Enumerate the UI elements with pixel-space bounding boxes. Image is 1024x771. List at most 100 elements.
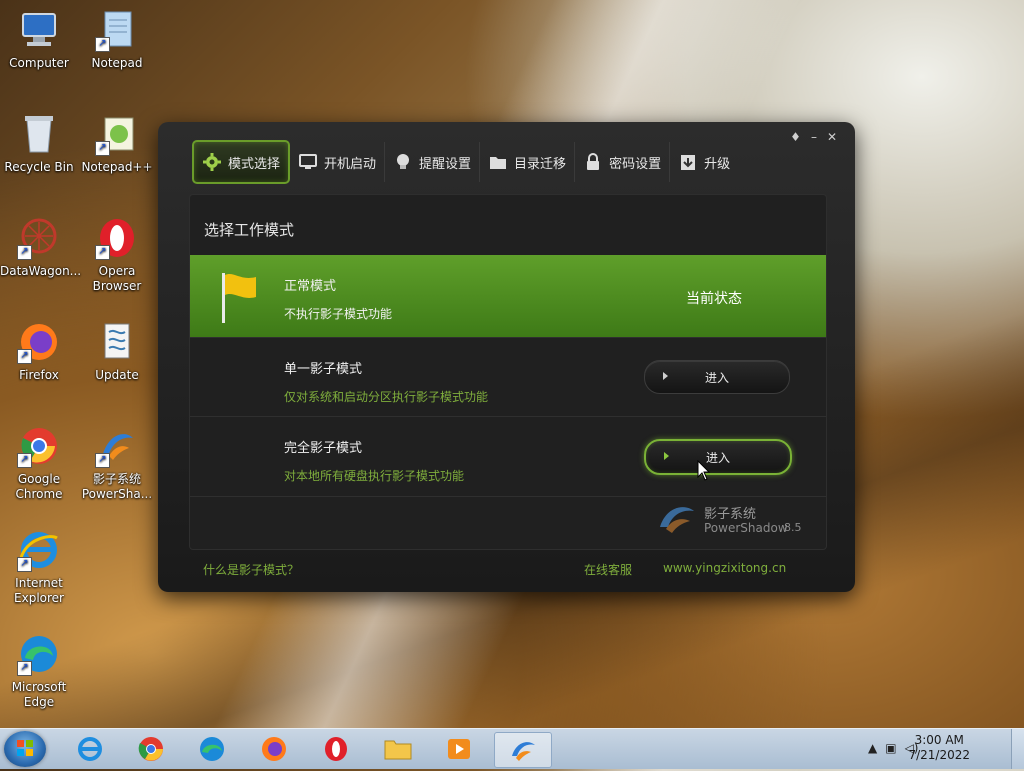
desktop-icon-label: Notepad <box>91 56 143 70</box>
play-arrow-icon <box>664 452 669 460</box>
taskbar-powershadow[interactable] <box>494 732 552 768</box>
online-support-link[interactable]: 在线客服 <box>584 561 632 578</box>
desktop-icon-label: 影子系统 PowerSha... <box>81 472 153 501</box>
what-is-shadow-mode-link[interactable]: 什么是影子模式？ <box>203 561 299 578</box>
shortcut-arrow-icon: ↗ <box>17 453 32 468</box>
shortcut-arrow-icon: ↗ <box>17 245 32 260</box>
window-controls: ♦ – ✕ <box>790 130 837 144</box>
mode-row-normal[interactable]: 正常模式 不执行影子模式功能 当前状态 <box>190 255 826 337</box>
desktop-icon-edge[interactable]: ↗ Microsoft Edge <box>0 632 78 710</box>
tab-password[interactable]: 密码设置 <box>575 142 671 182</box>
taskbar-media-player[interactable] <box>435 732 483 766</box>
desktop-icon-label: Internet Explorer <box>14 576 64 605</box>
update-script-icon <box>95 320 139 364</box>
button-label: 进入 <box>704 370 729 385</box>
desktop-icon-label: Firefox <box>19 368 59 382</box>
gear-icon <box>203 153 221 171</box>
tray-expand-icon[interactable]: ▲ <box>868 741 877 755</box>
powershadow-icon: ↗ <box>95 424 139 468</box>
desktop-icon-powershadow[interactable]: ↗ 影子系统 PowerSha... <box>78 424 156 502</box>
desktop-icon-label: Google Chrome <box>15 472 63 501</box>
mode-panel: 选择工作模式 正常模式 不执行影子模式功能 当前状态 单一影子模式 仅对系统和启… <box>189 194 827 550</box>
powershadow-brand: 影子系统 PowerShadow 8.5 <box>656 495 816 541</box>
taskbar-file-explorer[interactable] <box>374 732 422 766</box>
shortcut-arrow-icon: ↗ <box>95 453 110 468</box>
desktop-icon-label: Recycle Bin <box>4 160 74 174</box>
skin-icon[interactable]: ♦ <box>790 130 801 144</box>
monitor-icon <box>299 154 318 169</box>
desktop-icon-internet-explorer[interactable]: ↗ Internet Explorer <box>0 528 78 606</box>
main-toolbar: 模式选择 开机启动 提醒设置 目录迁移 密码设置 升级 <box>192 140 738 184</box>
taskbar-edge[interactable] <box>188 732 236 766</box>
tab-label: 开机启动 <box>324 156 377 172</box>
website-link[interactable]: www.yingzixitong.cn <box>663 561 786 575</box>
desktop-icon-label: Opera Browser <box>92 264 142 293</box>
desktop-icon-chrome[interactable]: ↗ Google Chrome <box>0 424 78 502</box>
tab-startup[interactable]: 开机启动 <box>290 142 386 182</box>
notepad-plus-icon: ↗ <box>95 112 139 156</box>
mouse-cursor-icon <box>697 460 711 481</box>
play-arrow-icon <box>663 372 668 380</box>
clock[interactable]: 3:00 AM 7/21/2022 <box>908 733 970 763</box>
shortcut-arrow-icon: ↗ <box>95 37 110 52</box>
mode-row-single-shadow: 单一影子模式 仅对系统和启动分区执行影子模式功能 进入 <box>190 337 826 417</box>
tab-mode-select[interactable]: 模式选择 <box>192 140 291 184</box>
bulb-icon <box>397 154 410 169</box>
chrome-icon <box>138 737 163 761</box>
desktop-icon-datawagon[interactable]: ↗ DataWagon... <box>0 216 82 279</box>
powershadow-logo-icon <box>660 507 694 533</box>
desktop-icon-computer[interactable]: Computer <box>0 8 78 71</box>
current-status-label: 当前状态 <box>686 291 742 307</box>
desktop-icon-update[interactable]: Update <box>78 320 156 383</box>
show-desktop-button[interactable] <box>1011 729 1024 769</box>
tab-label: 升级 <box>704 156 731 172</box>
chrome-icon: ↗ <box>17 424 61 468</box>
flag-icon <box>222 273 256 323</box>
tab-label: 目录迁移 <box>514 156 567 172</box>
desktop-icon-notepad[interactable]: ↗ Notepad <box>78 8 156 71</box>
desktop-icon-label: Microsoft Edge <box>11 680 67 709</box>
taskbar-firefox[interactable] <box>250 732 298 766</box>
opera-icon: ↗ <box>95 216 139 260</box>
mode-name: 完全影子模式 <box>284 441 363 456</box>
desktop-icon-recycle-bin[interactable]: Recycle Bin <box>0 112 78 175</box>
mode-description: 对本地所有硬盘执行影子模式功能 <box>284 469 465 483</box>
shortcut-arrow-icon: ↗ <box>17 349 32 364</box>
firefox-icon <box>262 737 286 761</box>
mode-description: 仅对系统和启动分区执行影子模式功能 <box>284 390 489 404</box>
minimize-button[interactable]: – <box>811 130 817 144</box>
upgrade-icon <box>681 155 696 170</box>
recycle-bin-icon <box>17 112 61 156</box>
mode-name: 单一影子模式 <box>284 362 363 377</box>
tab-directory-migration[interactable]: 目录迁移 <box>480 142 576 182</box>
desktop-icon-label: Computer <box>9 56 69 70</box>
tab-label: 密码设置 <box>609 156 662 172</box>
tab-upgrade[interactable]: 升级 <box>670 142 738 182</box>
close-button[interactable]: ✕ <box>827 130 837 144</box>
shortcut-arrow-icon: ↗ <box>17 557 32 572</box>
desktop-icon-opera[interactable]: ↗ Opera Browser <box>78 216 156 294</box>
brand-name-en: PowerShadow <box>704 521 788 535</box>
brand-version: 8.5 <box>784 521 802 534</box>
taskbar-internet-explorer[interactable] <box>66 732 114 766</box>
desktop-icon-notepad-plus[interactable]: ↗ Notepad++ <box>78 112 156 175</box>
taskbar-opera[interactable] <box>312 732 360 766</box>
edge-icon: ↗ <box>17 632 61 676</box>
desktop-icon-label: Update <box>95 368 139 382</box>
internet-explorer-icon: ↗ <box>17 528 61 572</box>
desktop-icon-label: Notepad++ <box>81 160 153 174</box>
enter-single-shadow-button[interactable]: 进入 <box>644 360 790 394</box>
start-button[interactable] <box>4 731 46 767</box>
enter-full-shadow-button[interactable]: 进入 <box>644 439 792 475</box>
mode-name: 正常模式 <box>284 279 337 294</box>
network-icon[interactable]: ▣ <box>885 741 896 755</box>
taskbar: ▲ ▣ ◁) 3:00 AM 7/21/2022 <box>0 728 1024 769</box>
shortcut-arrow-icon: ↗ <box>95 245 110 260</box>
tab-reminder[interactable]: 提醒设置 <box>385 142 481 182</box>
desktop-icon-firefox[interactable]: ↗ Firefox <box>0 320 78 383</box>
desktop-icon-label: DataWagon... <box>0 264 82 278</box>
windows-logo-icon <box>17 740 33 756</box>
taskbar-chrome[interactable] <box>127 732 175 766</box>
notepad-icon: ↗ <box>95 8 139 52</box>
media-player-icon <box>448 739 470 759</box>
